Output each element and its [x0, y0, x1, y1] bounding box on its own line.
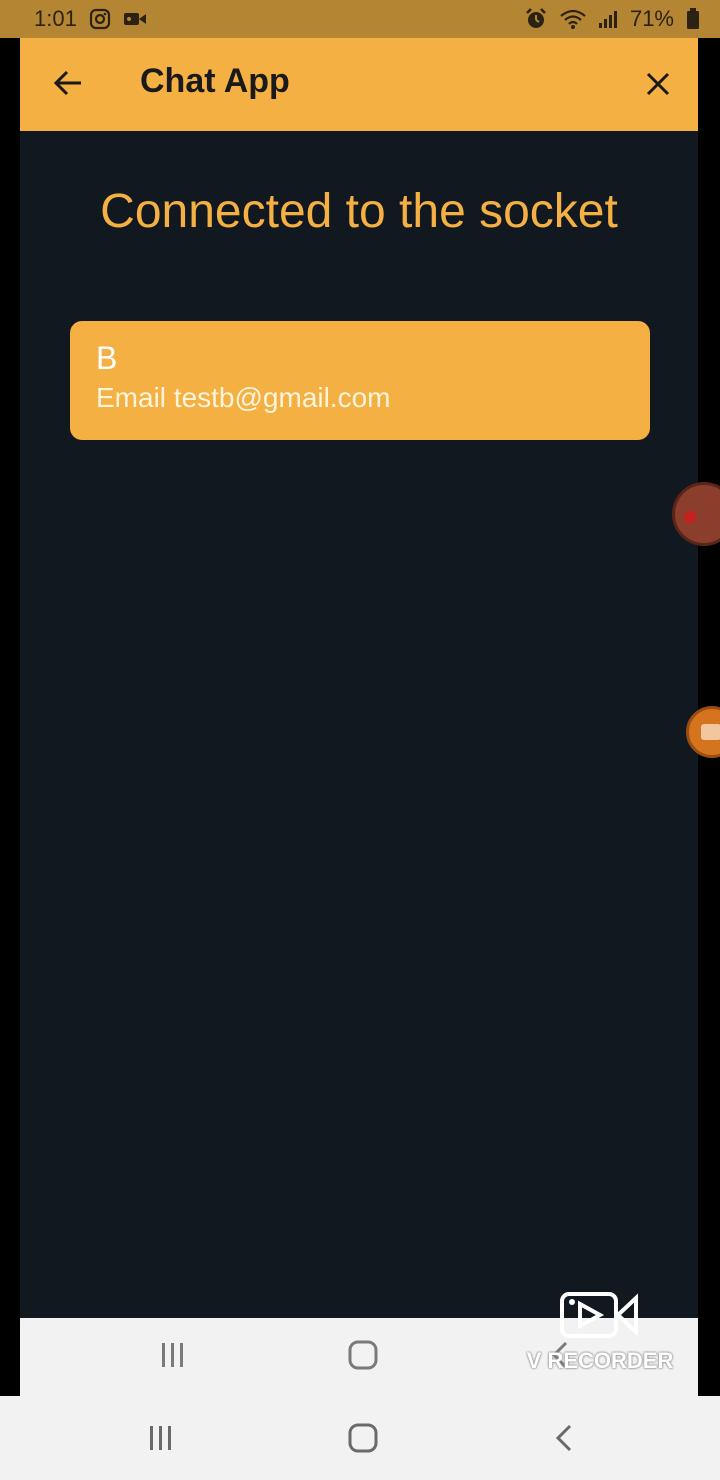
video-icon: [123, 10, 147, 28]
status-bar: 1:01 71%: [0, 0, 720, 38]
back-icon: [554, 1424, 574, 1457]
connection-status-heading: Connected to the socket: [100, 185, 618, 238]
inner-home-button[interactable]: [340, 1336, 386, 1378]
left-bezel: [0, 38, 20, 1396]
close-icon: [645, 71, 671, 102]
back-button-system[interactable]: [544, 1420, 584, 1460]
system-navigation-bar: [0, 1396, 720, 1480]
user-card[interactable]: B Email testb@gmail.com: [70, 321, 650, 440]
recents-icon: [147, 1425, 175, 1456]
home-icon: [348, 1340, 378, 1375]
wifi-icon: [560, 8, 586, 30]
recents-icon: [159, 1342, 187, 1373]
app-bar: Chat App: [20, 38, 698, 131]
record-dot-icon: [684, 511, 696, 523]
alarm-icon: [524, 7, 548, 31]
instagram-icon: [89, 8, 111, 30]
back-button[interactable]: [48, 65, 88, 105]
camera-icon: [560, 1290, 640, 1345]
status-right: 71%: [524, 6, 700, 32]
status-left: 1:01: [34, 6, 147, 32]
signal-icon: [598, 9, 618, 29]
app-title: Chat App: [140, 62, 290, 100]
home-icon: [348, 1423, 378, 1458]
v-recorder-watermark: V RECORDER: [520, 1290, 680, 1380]
user-name: B: [96, 340, 118, 376]
battery-percent: 71%: [629, 6, 674, 31]
status-time: 1:01: [34, 6, 77, 31]
watermark-text: V RECORDER: [526, 1348, 674, 1373]
home-button[interactable]: [340, 1418, 386, 1462]
recorder-icon: [701, 724, 720, 740]
battery-icon: [686, 8, 700, 30]
close-button[interactable]: [638, 66, 678, 106]
recents-button[interactable]: [138, 1420, 184, 1460]
user-email: Email testb@gmail.com: [96, 382, 391, 413]
inner-recents-button[interactable]: [150, 1338, 196, 1376]
app-screen: Chat App Connected to the socket B Email…: [20, 38, 698, 1318]
arrow-left-icon: [53, 70, 83, 101]
